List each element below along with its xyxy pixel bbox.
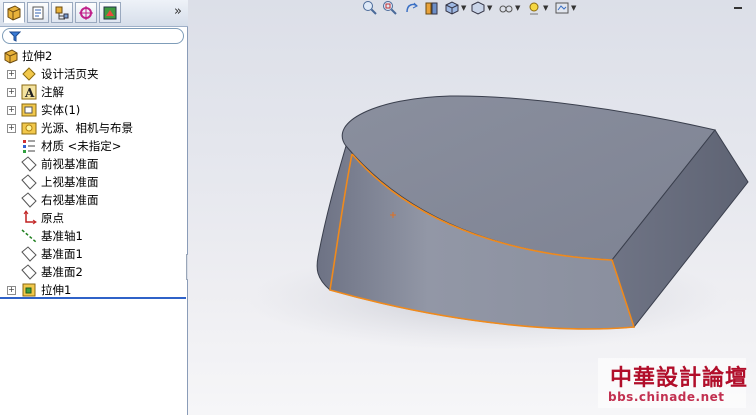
- tree-item-label: 材质 <未指定>: [41, 139, 122, 153]
- manager-tab-bar: »: [0, 0, 188, 27]
- solid-bodies-icon: [21, 103, 37, 117]
- plane-icon: [21, 174, 37, 190]
- part-icon: [4, 49, 18, 64]
- design-binder-icon: [22, 67, 36, 81]
- display-manager-tab[interactable]: [99, 2, 121, 23]
- feature-manager-panel: » 拉伸2 + 设计活页夹 + A 注解 + 实体(1) + 光源、相机与布景 …: [0, 0, 188, 415]
- property-manager-tab[interactable]: [27, 2, 49, 23]
- lights-cameras-icon: [21, 122, 37, 135]
- plane-icon: [21, 156, 37, 172]
- dimxpert-icon: [79, 6, 93, 20]
- origin-icon: [23, 210, 37, 225]
- tree-item-label: 实体(1): [41, 103, 81, 117]
- tree-item-label: 注解: [41, 85, 64, 99]
- expand-toggle[interactable]: +: [7, 70, 16, 79]
- watermark-url: bbs.chinade.net: [608, 390, 725, 404]
- feature-manager-icon: [7, 5, 21, 21]
- expand-toggle[interactable]: +: [7, 88, 16, 97]
- extrude-icon: [22, 283, 36, 297]
- tree-item-label: 设计活页夹: [41, 67, 99, 81]
- tree-root-label: 拉伸2: [22, 49, 53, 63]
- configuration-manager-tab[interactable]: [51, 2, 73, 23]
- filter-icon: [9, 31, 21, 42]
- dimxpert-tab[interactable]: [75, 2, 97, 23]
- tree-item-label: 原点: [41, 211, 64, 225]
- plane-icon: [21, 264, 37, 280]
- tree-item-label: 前视基准面: [41, 157, 99, 171]
- annotations-icon: A: [21, 84, 37, 100]
- tree-item-label: 上视基准面: [41, 175, 99, 189]
- tree-item-label: 光源、相机与布景: [41, 121, 133, 135]
- plane-icon: [21, 192, 37, 208]
- expand-toggle[interactable]: +: [7, 286, 16, 295]
- expand-toggle[interactable]: +: [7, 106, 16, 115]
- axis-icon: [21, 229, 37, 243]
- display-manager-icon: [103, 6, 117, 20]
- tree-item-label: 基准轴1: [41, 229, 83, 243]
- configuration-manager-icon: [55, 6, 69, 20]
- property-manager-icon: [32, 6, 44, 20]
- graphics-area[interactable]: ▼ ▼ ▼ ▼ ▼: [188, 0, 756, 415]
- watermark: 中華設計論壇 bbs.chinade.net: [598, 358, 749, 408]
- tree-item-label: 基准面2: [41, 265, 83, 279]
- watermark-title: 中華設計論壇: [610, 365, 749, 391]
- tree-item-label: 基准面1: [41, 247, 83, 261]
- expand-toggle[interactable]: +: [7, 124, 16, 133]
- feature-filter-input[interactable]: [2, 28, 184, 44]
- model-view[interactable]: [188, 0, 756, 415]
- material-icon: [23, 140, 35, 153]
- svg-text:A: A: [24, 86, 35, 100]
- plane-icon: [21, 246, 37, 262]
- tree-item-label: 右视基准面: [41, 193, 99, 207]
- more-tabs-button[interactable]: »: [174, 4, 182, 19]
- rollback-bar[interactable]: [0, 297, 186, 299]
- feature-manager-tab[interactable]: [3, 2, 25, 23]
